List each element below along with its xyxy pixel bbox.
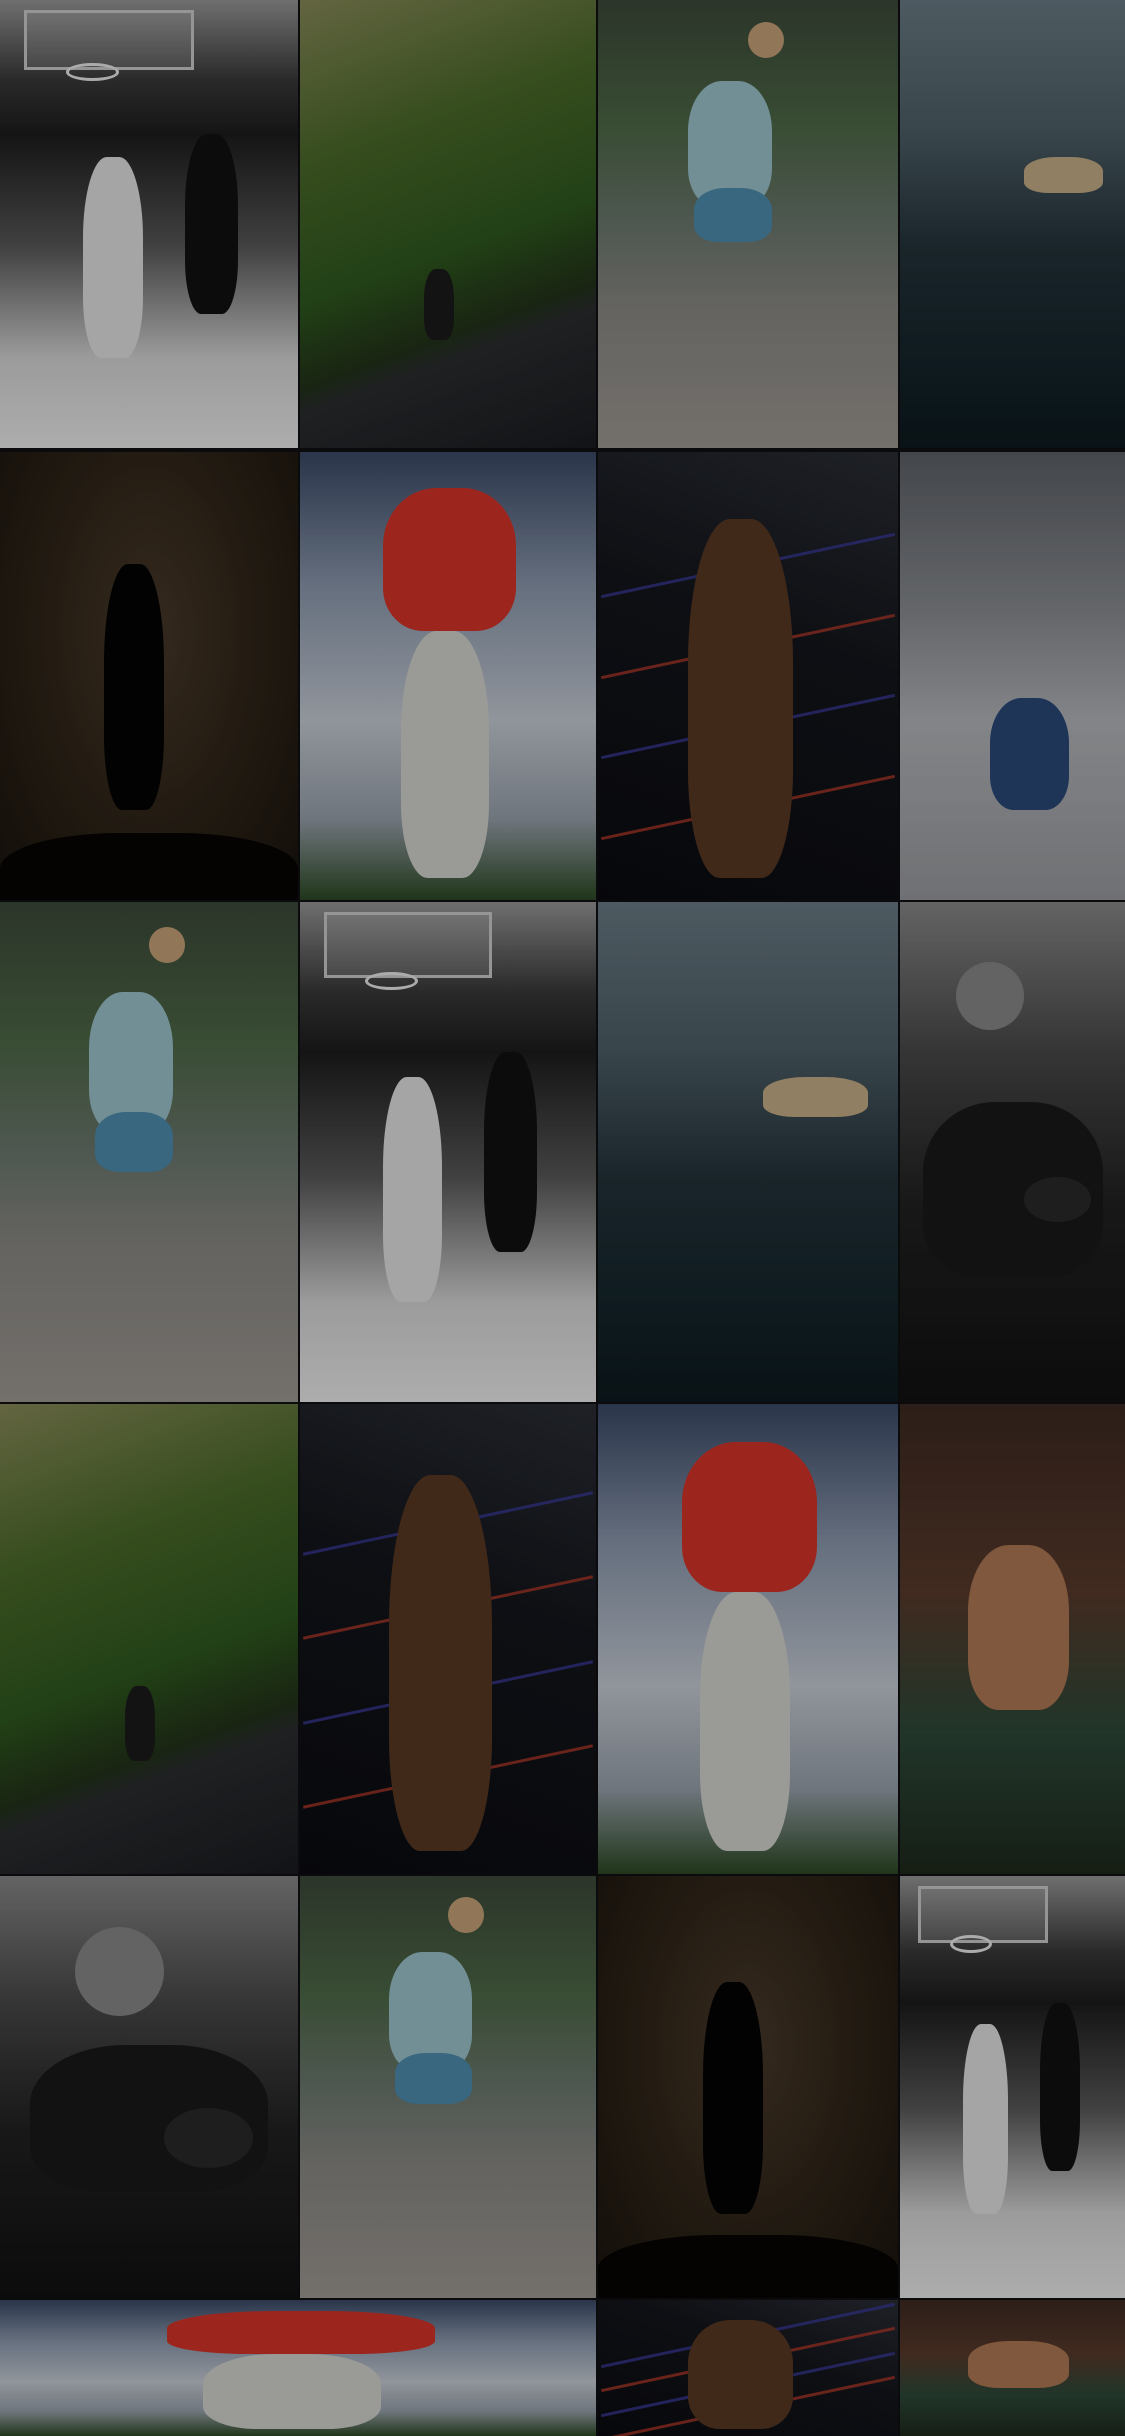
gallery-photo-boxer-ring[interactable] <box>598 452 898 900</box>
boxer <box>388 1474 493 1851</box>
gallery-photo-basketball-bw[interactable] <box>0 0 298 448</box>
surfboard <box>763 1077 868 1117</box>
boxer <box>688 2320 793 2430</box>
gallery-photo-cyclist-cliff-road[interactable] <box>300 0 596 448</box>
gallery-photo-dancer-silhouette[interactable] <box>598 1876 898 2298</box>
surfboard <box>1023 156 1103 193</box>
photo-image <box>900 452 1125 900</box>
gallery-photo-surfer-wave[interactable] <box>900 0 1125 448</box>
gallery-photo-boxing-coach-bw[interactable] <box>900 902 1125 1402</box>
player-white <box>963 2023 1008 2214</box>
hill <box>598 2234 898 2298</box>
player-white <box>83 156 144 359</box>
climber <box>967 1545 1069 1710</box>
photo-image <box>900 1876 1125 2298</box>
player-white <box>382 1077 443 1302</box>
boxing-glove <box>1023 1177 1092 1222</box>
gallery-photo-golfer-swing[interactable] <box>300 452 596 900</box>
gallery-photo-runner-stretch[interactable] <box>598 0 898 448</box>
photo-image <box>300 452 596 900</box>
gallery-photo-golfer-swing[interactable] <box>598 1404 898 1874</box>
photo-image <box>598 2300 898 2436</box>
cyclist <box>125 1686 155 1762</box>
gallery-photo-basketball-bw[interactable] <box>300 902 596 1402</box>
photo-image <box>0 1876 298 2298</box>
golfer-pants <box>400 631 490 878</box>
backboard <box>918 1886 1048 1943</box>
runner-top <box>89 992 173 1132</box>
basketball-rim <box>949 1935 992 1954</box>
runner-shorts <box>95 1112 173 1172</box>
photo-image <box>900 0 1125 448</box>
snowboarder <box>990 698 1069 811</box>
photo-image <box>300 0 596 448</box>
golfer-jacket <box>382 487 517 632</box>
photo-image <box>0 1404 298 1874</box>
runner-shorts <box>394 2053 472 2104</box>
golfer-pants <box>202 2354 382 2430</box>
coach-head <box>74 1926 164 2017</box>
climber <box>967 2340 1069 2389</box>
photo-image <box>598 452 898 900</box>
player-black <box>483 1052 537 1252</box>
gallery-photo-cyclist-cliff-road[interactable] <box>0 1404 298 1874</box>
runner-head <box>149 927 185 963</box>
photo-image <box>0 902 298 1402</box>
photo-image <box>900 1404 1125 1874</box>
player-black <box>184 134 239 314</box>
cyclist <box>424 268 454 341</box>
gallery-photo-golfer-swing[interactable] <box>0 2300 596 2436</box>
gallery-photo-boxing-coach-bw[interactable] <box>0 1876 298 2298</box>
gallery-photo-boxer-ring[interactable] <box>598 2300 898 2436</box>
gallery-photo-dancer-silhouette[interactable] <box>0 452 298 900</box>
photo-image <box>0 452 298 900</box>
boxing-glove <box>163 2108 254 2168</box>
gallery-photo-boxer-ring[interactable] <box>300 1404 596 1874</box>
coach-head <box>956 962 1024 1030</box>
hill <box>0 832 298 900</box>
gallery-photo-rock-climber[interactable] <box>900 2300 1125 2436</box>
dancer <box>104 564 164 811</box>
photo-image <box>598 1404 898 1874</box>
photo-image <box>300 1404 596 1874</box>
photo-image <box>598 1876 898 2298</box>
gallery-photo-surfer-wave[interactable] <box>598 902 898 1402</box>
photo-image <box>598 902 898 1402</box>
boxer <box>688 519 793 878</box>
photo-image <box>598 0 898 448</box>
photo-image <box>900 2300 1125 2436</box>
backboard <box>23 10 194 70</box>
golfer-pants <box>700 1592 790 1851</box>
gallery-photo-rock-climber[interactable] <box>900 1404 1125 1874</box>
golfer-jacket <box>682 1441 817 1592</box>
backboard <box>323 912 493 978</box>
basketball-rim <box>365 972 419 990</box>
photo-image <box>300 1876 596 2298</box>
runner-head <box>748 22 784 59</box>
golfer-jacket <box>166 2310 436 2355</box>
basketball-rim <box>65 62 120 81</box>
gallery-photo-runner-stretch[interactable] <box>300 1876 596 2298</box>
dancer <box>703 1981 763 2214</box>
photo-image <box>300 902 596 1402</box>
photo-image <box>0 2300 596 2436</box>
runner-shorts <box>694 188 772 242</box>
gallery-photo-runner-stretch[interactable] <box>0 902 298 1402</box>
gallery-photo-basketball-bw[interactable] <box>900 1876 1125 2298</box>
player-black <box>1039 2002 1080 2172</box>
gallery-photo-snowboarder[interactable] <box>900 452 1125 900</box>
photo-image <box>900 902 1125 1402</box>
photo-image <box>0 0 298 448</box>
runner-head <box>448 1897 484 1933</box>
